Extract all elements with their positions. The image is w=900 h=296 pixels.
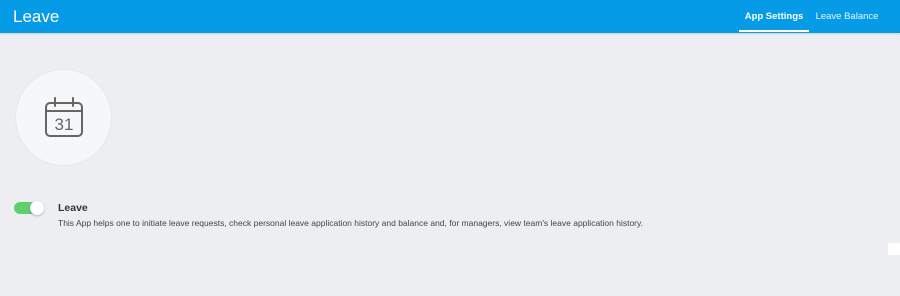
app-description: This App helps one to initiate leave req… [58,218,643,228]
corner-widget [888,243,900,255]
app-icon-badge: 31 [15,69,112,166]
tab-leave-balance[interactable]: Leave Balance [812,0,882,33]
app-title: Leave [13,7,60,26]
top-bar: Leave App Settings Leave Balance [0,0,900,33]
calendar-icon: 31 [44,96,83,137]
app-enable-toggle[interactable] [14,201,44,215]
toggle-knob [30,201,44,215]
tab-app-settings[interactable]: App Settings [739,0,809,33]
app-name: Leave [58,202,88,214]
calendar-day-number: 31 [54,115,73,134]
